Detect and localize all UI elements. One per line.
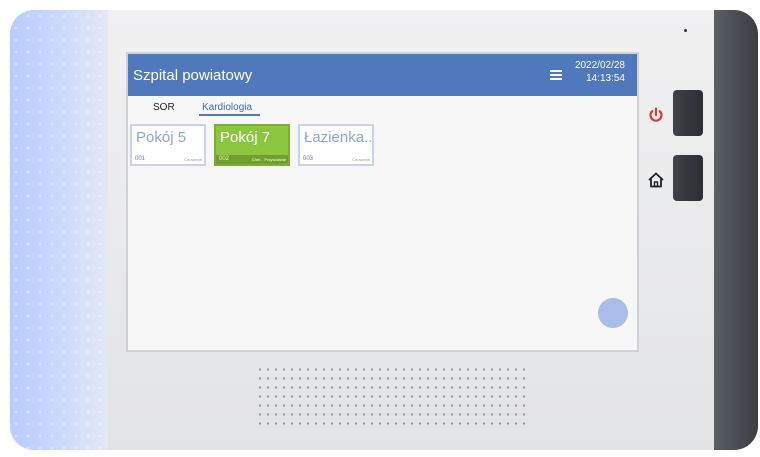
camera-dot (684, 29, 687, 32)
active-tab-indicator (199, 114, 260, 116)
room-number: 003 (303, 156, 314, 162)
room-status: Czuwanie (352, 157, 370, 162)
room-status: Chel... Przywołanie (251, 157, 286, 162)
datetime: 2022/02/28 14:13:54 (575, 59, 625, 85)
date-text: 2022/02/28 (574, 60, 625, 71)
room-tile-lazienka[interactable]: Łazienka... 003 Czuwanie (298, 124, 374, 166)
room-status: Czuwanie (184, 157, 202, 162)
room-info-strip: 003 Czuwanie (300, 155, 372, 164)
app-bar: Szpital powiatowy 2022/02/28 14:13:54 (128, 54, 637, 96)
room-info-strip: 001 Czuwanie (132, 155, 204, 164)
device-side-band (714, 10, 758, 450)
time-text: 14:13:54 (586, 73, 625, 84)
tab-kardiologia[interactable]: Kardiologia (202, 102, 252, 113)
power-icon (649, 107, 663, 122)
room-tile-pokoj-5[interactable]: Pokój 5 001 Czuwanie (130, 124, 206, 166)
touch-screen: Szpital powiatowy 2022/02/28 14:13:54 SO… (126, 52, 639, 352)
room-tile-pokoj-7[interactable]: Pokój 7 002 Chel... Przywołanie (214, 124, 290, 166)
room-name: Pokój 5 (136, 129, 187, 146)
home-icon (648, 172, 664, 188)
floating-action-button[interactable] (598, 298, 628, 328)
home-button[interactable] (673, 155, 703, 201)
led-dots (10, 10, 108, 450)
room-number: 002 (219, 156, 230, 162)
tab-bar: SOR Kardiologia (128, 96, 637, 118)
power-button[interactable] (673, 90, 703, 136)
app-title: Szpital powiatowy (133, 67, 253, 84)
hamburger-menu-icon[interactable] (548, 67, 564, 83)
room-info-strip: 002 Chel... Przywołanie (216, 155, 288, 164)
room-name: Łazienka... (304, 129, 374, 146)
room-name: Pokój 7 (220, 129, 271, 146)
tab-sor[interactable]: SOR (153, 102, 175, 113)
speaker-grille (256, 365, 526, 425)
room-number: 001 (135, 156, 146, 162)
